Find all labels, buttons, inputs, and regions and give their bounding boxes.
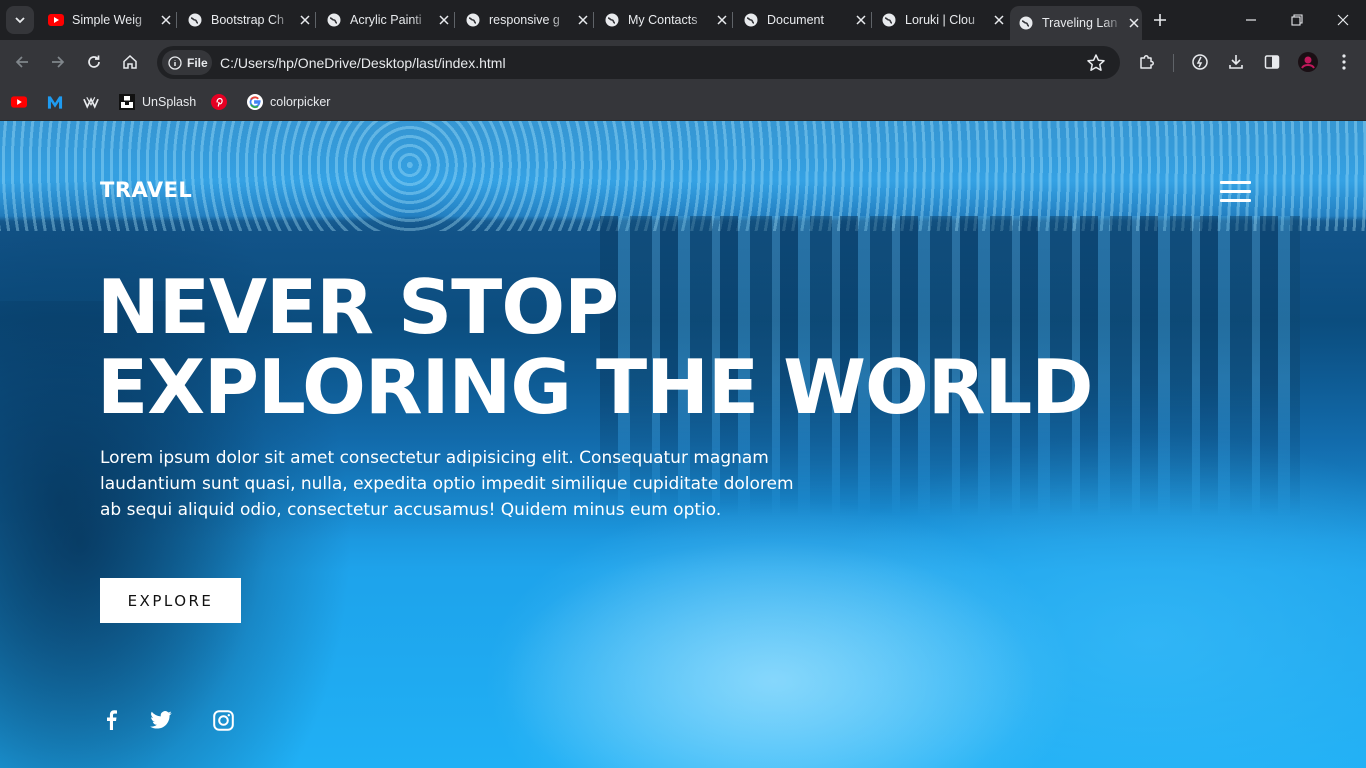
tab-document[interactable]: Document <box>735 6 869 34</box>
extensions-button[interactable] <box>1136 51 1158 73</box>
bookmark-pinterest[interactable] <box>211 91 227 113</box>
bookmark-youtube[interactable] <box>11 91 27 113</box>
tab-title: Document <box>767 13 824 27</box>
close-icon[interactable] <box>436 12 452 28</box>
waterfall-mist <box>420 481 1366 768</box>
plus-icon <box>1154 14 1166 26</box>
bookmark-colorpicker[interactable]: colorpicker <box>247 91 330 113</box>
chevron-down-icon <box>15 17 25 24</box>
bookmark-m-logo[interactable] <box>47 91 63 113</box>
bookmarks-bar: UnSplash colorpicker <box>0 85 1366 121</box>
tab-simple-weight[interactable]: Simple Weig <box>40 6 174 34</box>
explore-button[interactable]: EXPLORE <box>100 578 241 623</box>
restore-button[interactable] <box>1274 0 1320 40</box>
m-logo-icon <box>47 94 63 110</box>
more-vertical-icon <box>1342 54 1346 70</box>
headline-line-2: EXPLORING THE WORLD <box>97 343 1094 431</box>
headline-line-1: NEVER STOP <box>97 263 619 351</box>
instagram-icon[interactable] <box>211 708 235 732</box>
downloads-button[interactable] <box>1225 51 1247 73</box>
wave-logo-icon <box>83 94 99 110</box>
globe-icon <box>881 12 897 28</box>
close-icon[interactable] <box>714 12 730 28</box>
tab-loruki[interactable]: Loruki | Clou <box>873 6 1007 34</box>
close-window-button[interactable] <box>1320 0 1366 40</box>
minimize-button[interactable] <box>1228 0 1274 40</box>
browser-menu-button[interactable] <box>1333 51 1355 73</box>
tab-title: Simple Weig <box>72 13 142 27</box>
restore-icon <box>1291 14 1303 26</box>
waterfall-foam <box>0 121 1366 231</box>
speed-icon <box>1192 54 1208 70</box>
tab-title: Bootstrap Ch <box>211 13 284 27</box>
reload-icon <box>88 55 100 68</box>
hero-headline: NEVER STOP EXPLORING THE WORLD <box>97 263 1094 431</box>
reload-button[interactable] <box>82 50 106 74</box>
browser-toolbar: File C:/Users/hp/OneDrive/Desktop/last/i… <box>0 40 1366 85</box>
bookmark-unsplash[interactable]: UnSplash <box>119 91 196 113</box>
tab-responsive[interactable]: responsive g <box>457 6 591 34</box>
scheme-label: File <box>187 55 208 70</box>
tab-bootstrap[interactable]: Bootstrap Ch <box>179 6 313 34</box>
hero-section: TRAVEL NEVER STOP EXPLORING THE WORLD Lo… <box>0 121 1366 768</box>
globe-icon <box>1018 15 1034 31</box>
home-button[interactable] <box>118 50 142 74</box>
info-icon <box>168 55 182 70</box>
close-icon[interactable] <box>991 12 1007 28</box>
site-info-chip[interactable]: File <box>162 50 212 75</box>
tab-title: Traveling Lan <box>1042 16 1118 30</box>
brand-logo[interactable]: TRAVEL <box>100 178 192 202</box>
minimize-icon <box>1246 19 1256 21</box>
close-icon[interactable] <box>853 12 869 28</box>
tab-title: My Contacts <box>628 13 698 27</box>
new-tab-button[interactable] <box>1150 10 1170 30</box>
tab-title: Acrylic Painti <box>350 13 422 27</box>
arrow-left-icon <box>15 56 28 68</box>
facebook-icon[interactable] <box>99 708 123 732</box>
tab-title: Loruki | Clou <box>905 13 975 27</box>
tab-traveling-landing[interactable]: Traveling Lan <box>1010 6 1142 40</box>
back-button[interactable] <box>10 50 34 74</box>
side-panel-icon <box>1264 55 1280 69</box>
close-icon[interactable] <box>297 12 313 28</box>
pinterest-icon <box>211 94 227 110</box>
tab-strip: Simple Weig Bootstrap Ch Acrylic Painti … <box>0 0 1366 40</box>
performance-button[interactable] <box>1189 51 1211 73</box>
tab-title: responsive g <box>489 13 560 27</box>
close-icon[interactable] <box>1127 15 1142 31</box>
unsplash-icon <box>119 94 135 110</box>
hamburger-menu-icon[interactable] <box>1220 181 1251 202</box>
url-text[interactable]: C:/Users/hp/OneDrive/Desktop/last/index.… <box>220 55 506 71</box>
close-icon[interactable] <box>158 12 174 28</box>
tab-search-button[interactable] <box>6 6 34 34</box>
address-bar[interactable]: File C:/Users/hp/OneDrive/Desktop/last/i… <box>157 46 1120 79</box>
google-icon <box>247 94 263 110</box>
globe-icon <box>326 12 342 28</box>
globe-icon <box>465 12 481 28</box>
tab-acrylic[interactable]: Acrylic Painti <box>318 6 452 34</box>
download-icon <box>1229 55 1243 69</box>
tab-my-contacts[interactable]: My Contacts <box>596 6 730 34</box>
home-icon <box>123 54 137 69</box>
avatar-icon <box>1298 52 1318 72</box>
bookmark-star-icon[interactable] <box>1086 53 1106 73</box>
profile-avatar[interactable] <box>1297 51 1319 73</box>
youtube-icon <box>11 94 27 110</box>
side-panel-button[interactable] <box>1261 51 1283 73</box>
forward-button[interactable] <box>46 50 70 74</box>
arrow-right-icon <box>52 56 65 68</box>
bookmark-wave-logo[interactable] <box>83 91 99 113</box>
close-icon[interactable] <box>575 12 591 28</box>
close-icon <box>1337 14 1349 26</box>
twitter-icon[interactable] <box>149 708 173 732</box>
bookmark-label: UnSplash <box>142 95 197 109</box>
hero-description: Lorem ipsum dolor sit amet consectetur a… <box>100 448 794 520</box>
globe-icon <box>604 12 620 28</box>
bookmark-label: colorpicker <box>270 95 331 109</box>
puzzle-icon <box>1140 55 1154 69</box>
globe-icon <box>187 12 203 28</box>
globe-icon <box>743 12 759 28</box>
youtube-icon <box>48 12 64 28</box>
